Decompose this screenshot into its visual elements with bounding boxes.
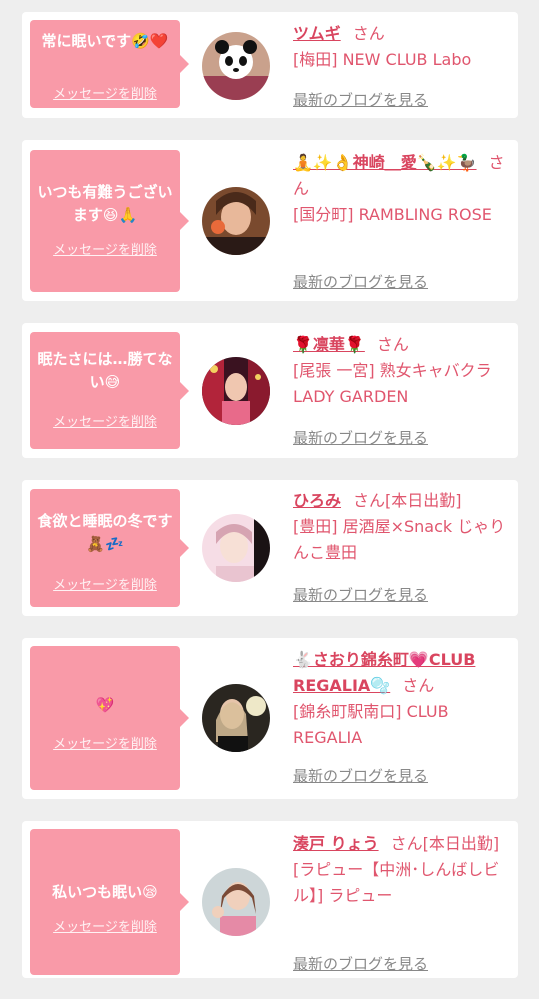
cast-info: 🧘✨👌神崎＿愛🍾✨🦆 さん [国分町] RAMBLING ROSE: [293, 150, 508, 228]
portrait-avatar[interactable]: [202, 187, 270, 255]
honorific: さん: [353, 491, 386, 510]
cast-name-line: 湊戸 りょう さん[本日出勤]: [293, 831, 508, 857]
shop-name: [豊田] 居酒屋×Snack じゃりんこ豊田: [293, 517, 506, 562]
latest-blog-link[interactable]: 最新のブログを見る: [293, 953, 428, 974]
panda-avatar[interactable]: [202, 32, 270, 100]
message-text: 私いつも眠い😪: [52, 883, 158, 901]
cast-info: ツムギ さん [梅田] NEW CLUB Labo: [293, 21, 508, 73]
portrait-avatar[interactable]: [202, 868, 270, 936]
cast-name-line: ひろみ さん[本日出勤]: [293, 488, 508, 514]
message-card: いつも有難うございます😆🙏 メッセージを削除 🧘✨👌神崎＿愛🍾✨🦆 さん [国分町…: [22, 140, 518, 301]
message-card: 眠たさには…勝てない😅 メッセージを削除 🌹凛華🌹 さん [尾張 一宮] 熟女キャ…: [22, 323, 518, 458]
delete-message-link[interactable]: メッセージを削除: [30, 916, 180, 935]
message-bubble: いつも有難うございます😆🙏 メッセージを削除: [30, 150, 189, 292]
message-bubble: 食欲と睡眠の冬です🧸💤 メッセージを削除: [30, 489, 189, 607]
latest-blog-link[interactable]: 最新のブログを見る: [293, 271, 428, 292]
cast-name-line: 🐇さおり錦糸町💗CLUB REGALIA🫧 さん: [293, 647, 508, 699]
message-bubble: 私いつも眠い😪 メッセージを削除: [30, 829, 189, 975]
portrait-avatar[interactable]: [202, 684, 270, 752]
honorific: さん: [352, 24, 385, 43]
shop-name: [国分町] RAMBLING ROSE: [293, 205, 492, 224]
latest-blog-link[interactable]: 最新のブログを見る: [293, 765, 428, 786]
cast-name-line: 🧘✨👌神崎＿愛🍾✨🦆 さん: [293, 150, 508, 202]
cast-name-line: 🌹凛華🌹 さん: [293, 332, 508, 358]
cast-name-line: ツムギ さん: [293, 21, 508, 47]
message-bubble: 常に眠いです🤣❤️ メッセージを削除: [30, 20, 189, 108]
cast-name-link[interactable]: ひろみ: [293, 491, 341, 510]
delete-message-link[interactable]: メッセージを削除: [30, 411, 180, 430]
message-bubble: 💖 メッセージを削除: [30, 646, 189, 790]
delete-message-link[interactable]: メッセージを削除: [30, 574, 180, 593]
shop-name: [錦糸町駅南口] CLUB REGALIA: [293, 702, 449, 747]
latest-blog-link[interactable]: 最新のブログを見る: [293, 584, 428, 605]
portrait-avatar[interactable]: [202, 357, 270, 425]
message-card: 💖 メッセージを削除 🐇さおり錦糸町💗CLUB REGALIA🫧 さん [錦糸町駅…: [22, 638, 518, 799]
cast-name-link[interactable]: 🐇さおり錦糸町💗CLUB REGALIA🫧: [293, 650, 475, 695]
latest-blog-link[interactable]: 最新のブログを見る: [293, 427, 428, 448]
cast-name-link[interactable]: 🧘✨👌神崎＿愛🍾✨🦆: [293, 153, 477, 172]
delete-message-link[interactable]: メッセージを削除: [30, 733, 180, 752]
message-text: 常に眠いです🤣❤️: [41, 32, 169, 50]
cast-info: 🌹凛華🌹 さん [尾張 一宮] 熟女キャバクラ LADY GARDEN: [293, 332, 508, 410]
cast-info: 湊戸 りょう さん[本日出勤] [ラピュー【中洲･しんばしビル】] ラピュー: [293, 831, 508, 909]
attendance-status: [本日出勤]: [422, 834, 500, 853]
cast-info: 🐇さおり錦糸町💗CLUB REGALIA🫧 さん [錦糸町駅南口] CLUB RE…: [293, 647, 508, 751]
cast-name-link[interactable]: 🌹凛華🌹: [293, 335, 365, 354]
portrait-avatar[interactable]: [202, 514, 270, 582]
message-card: 私いつも眠い😪 メッセージを削除 湊戸 りょう さん[本日出勤] [ラピュー【中洲…: [22, 821, 518, 978]
shop-name: [ラピュー【中洲･しんばしビル】] ラピュー: [293, 860, 500, 905]
shop-name: [尾張 一宮] 熟女キャバクラ LADY GARDEN: [293, 361, 492, 406]
message-card: 常に眠いです🤣❤️ メッセージを削除 ツムギ さん [梅田] NEW CLUB L…: [22, 12, 518, 118]
shop-name: [梅田] NEW CLUB Labo: [293, 50, 472, 69]
attendance-status: [本日出勤]: [385, 491, 462, 510]
honorific: さん: [390, 834, 423, 853]
message-bubble: 眠たさには…勝てない😅 メッセージを削除: [30, 332, 189, 449]
message-text: 食欲と睡眠の冬です🧸💤: [37, 512, 173, 553]
message-text: 眠たさには…勝てない😅: [37, 350, 173, 391]
latest-blog-link[interactable]: 最新のブログを見る: [293, 89, 428, 110]
honorific: さん: [402, 676, 435, 695]
cast-name-link[interactable]: 湊戸 りょう: [293, 834, 379, 853]
cast-name-link[interactable]: ツムギ: [293, 24, 341, 43]
delete-message-link[interactable]: メッセージを削除: [30, 239, 180, 258]
message-card: 食欲と睡眠の冬です🧸💤 メッセージを削除 ひろみ さん[本日出勤] [豊田] 居酒…: [22, 480, 518, 616]
delete-message-link[interactable]: メッセージを削除: [30, 83, 180, 102]
honorific: さん: [376, 335, 409, 354]
message-text: いつも有難うございます😆🙏: [37, 183, 173, 224]
cast-info: ひろみ さん[本日出勤] [豊田] 居酒屋×Snack じゃりんこ豊田: [293, 488, 508, 566]
message-text: 💖: [95, 696, 115, 714]
